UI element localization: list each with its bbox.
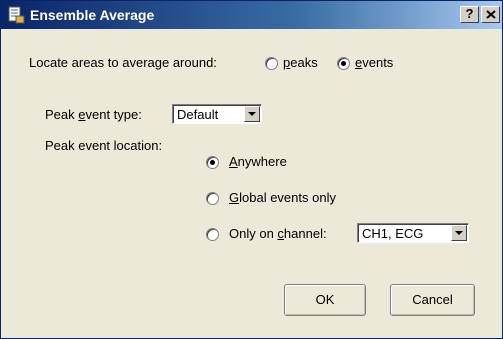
peak-event-location-label: Peak event location:: [45, 138, 163, 153]
ensemble-average-dialog: Ensemble Average ? Locate areas to avera…: [0, 0, 503, 339]
document-icon: [7, 6, 25, 24]
dropdown-arrow-button[interactable]: [244, 106, 260, 122]
radio-global-events-only[interactable]: [206, 192, 219, 205]
radio-anywhere[interactable]: [206, 156, 219, 169]
close-button[interactable]: [481, 6, 500, 23]
cancel-button[interactable]: Cancel: [390, 284, 475, 316]
radio-peaks-label[interactable]: peaks: [283, 55, 318, 70]
channel-select[interactable]: CH1, ECG: [357, 223, 469, 243]
peak-event-type-label: Peak event type:: [45, 107, 142, 122]
radio-global-events-label[interactable]: Global events only: [229, 190, 336, 205]
title-bar[interactable]: Ensemble Average ?: [1, 1, 502, 29]
close-icon: [486, 10, 496, 19]
channel-value: CH1, ECG: [362, 226, 424, 241]
radio-anywhere-label[interactable]: Anywhere: [229, 154, 287, 169]
radio-only-on-channel[interactable]: [206, 228, 219, 241]
help-button[interactable]: ?: [460, 6, 479, 23]
radio-events[interactable]: [337, 57, 350, 70]
radio-events-label[interactable]: events: [355, 55, 393, 70]
dropdown-arrow-button[interactable]: [451, 225, 467, 241]
locate-areas-label: Locate areas to average around:: [29, 55, 217, 70]
peak-event-type-select[interactable]: Default: [172, 104, 262, 124]
peak-event-type-value: Default: [177, 107, 219, 122]
chevron-down-icon: [455, 231, 463, 235]
radio-only-on-channel-label[interactable]: Only on channel:: [229, 226, 327, 241]
ok-button[interactable]: OK: [284, 284, 366, 316]
window-title: Ensemble Average: [30, 7, 155, 23]
chevron-down-icon: [248, 112, 256, 116]
radio-peaks[interactable]: [265, 57, 278, 70]
